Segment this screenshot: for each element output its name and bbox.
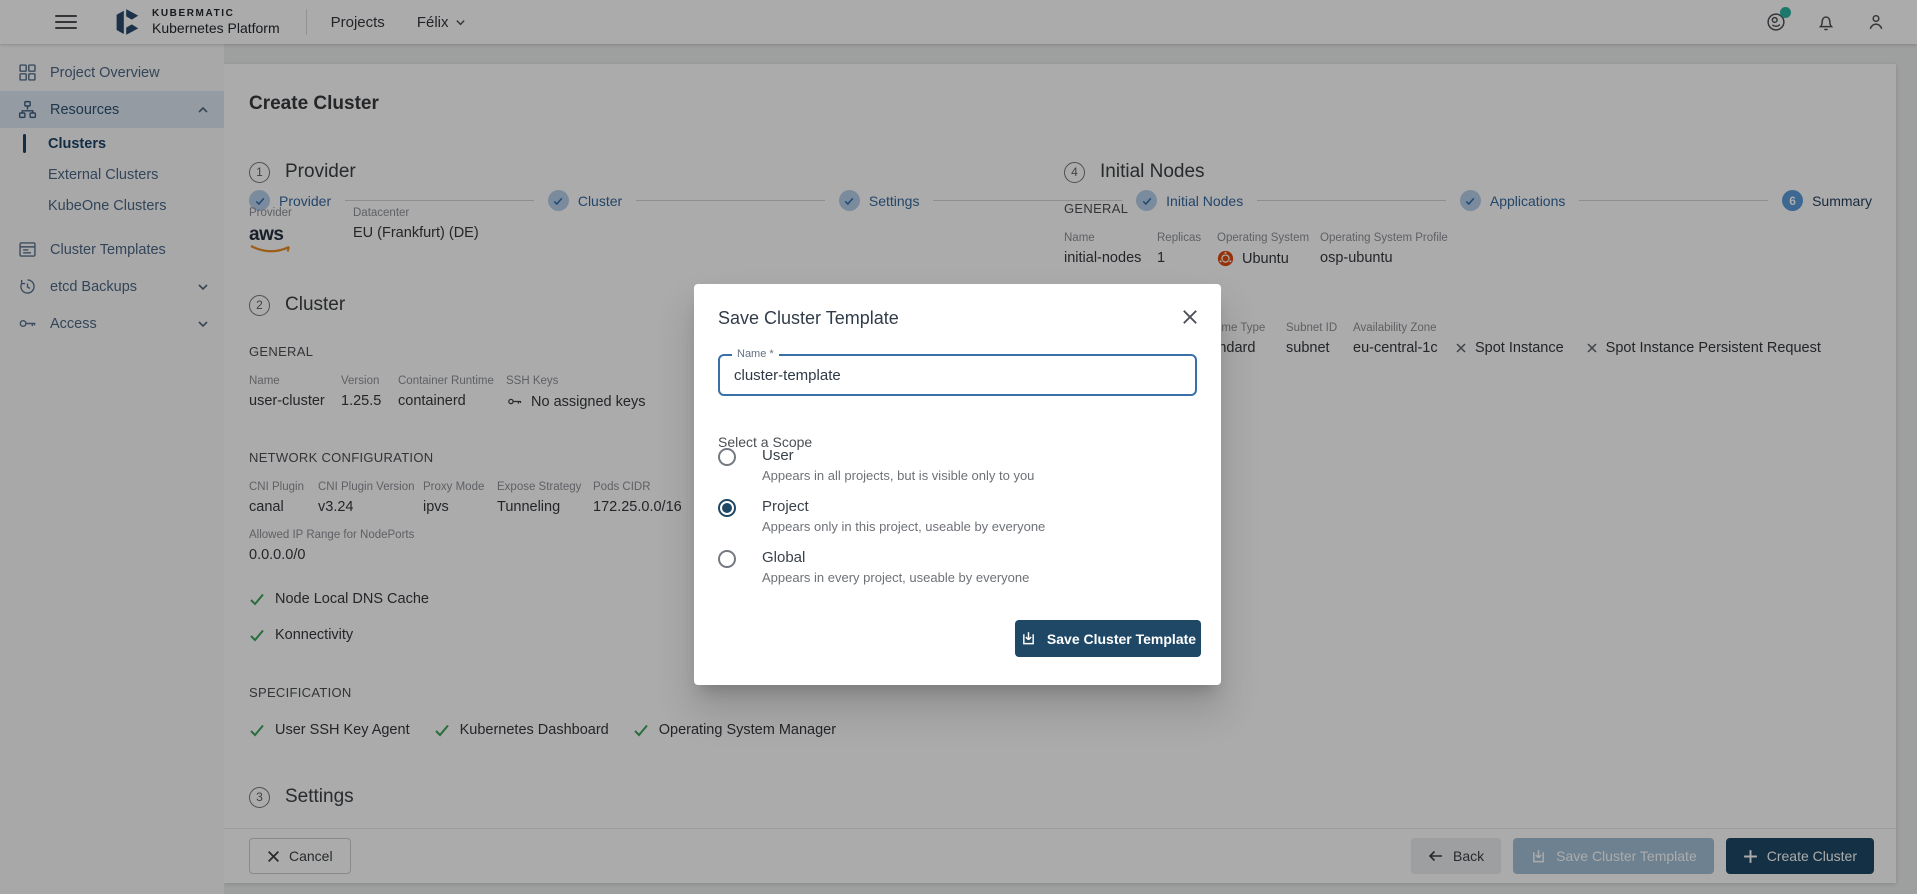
save-icon [1020,630,1037,647]
dialog-save-cluster-template-button[interactable]: Save Cluster Template [1015,620,1201,657]
save-cluster-template-dialog: Save Cluster Template Name * Select a Sc… [694,284,1221,685]
dialog-title: Save Cluster Template [718,308,899,329]
radio-user[interactable] [718,448,736,466]
scope-option-user[interactable]: User Appears in all projects, but is vis… [718,447,1034,483]
template-name-field-outline: Name * [718,354,1197,396]
close-icon[interactable] [1181,308,1199,326]
template-name-input[interactable] [720,356,1195,394]
radio-project[interactable] [718,499,736,517]
app-root: KUBERMATIC Kubernetes Platform Projects … [0,0,1917,894]
radio-global[interactable] [718,550,736,568]
scope-option-global[interactable]: Global Appears in every project, useable… [718,549,1029,585]
scope-option-project[interactable]: Project Appears only in this project, us… [718,498,1045,534]
